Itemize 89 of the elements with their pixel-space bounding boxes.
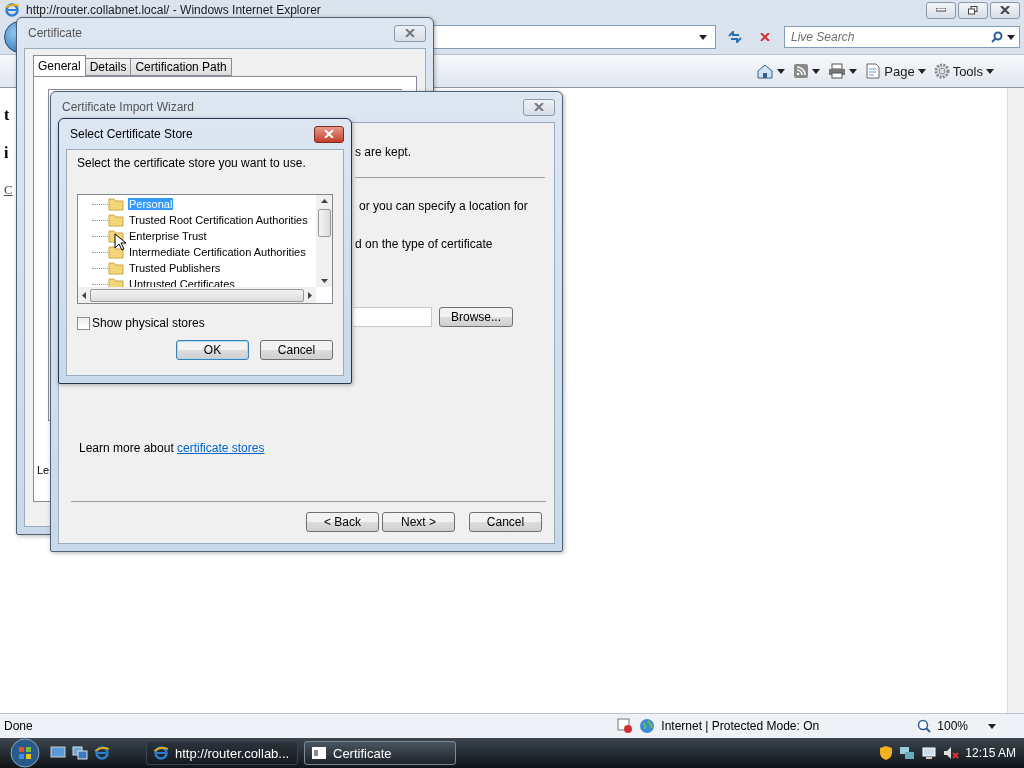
scrollbar[interactable]: [1007, 88, 1024, 713]
tree-item[interactable]: Intermediate Certification Authorities: [128, 246, 307, 258]
tree-item[interactable]: Trusted Publishers: [128, 262, 222, 274]
browser-icon[interactable]: [94, 745, 110, 761]
restore-icon[interactable]: [968, 5, 978, 15]
globe-icon: [639, 718, 656, 734]
zoom-level[interactable]: 100%: [937, 719, 968, 733]
folder-icon: [108, 245, 124, 259]
folder-icon: [108, 213, 124, 227]
shield-icon[interactable]: [879, 745, 894, 761]
scrollbar[interactable]: [78, 287, 316, 303]
scroll-down-icon[interactable]: [320, 279, 328, 283]
home-icon[interactable]: [756, 63, 775, 79]
wizard-button[interactable]: < Back: [306, 512, 379, 532]
cancel-button[interactable]: Cancel: [260, 340, 333, 360]
page-icon[interactable]: [865, 63, 882, 79]
scrollbar[interactable]: [316, 195, 332, 287]
folder-icon: [108, 197, 124, 211]
body-text: Le: [37, 464, 50, 476]
toolbar-button[interactable]: [828, 63, 858, 79]
taskbar-button[interactable]: http://router.collab...: [146, 741, 298, 765]
security-zone[interactable]: Internet | Protected Mode: On: [661, 719, 912, 733]
close-button[interactable]: [314, 125, 344, 143]
restore-button[interactable]: [958, 1, 988, 19]
wizard-button[interactable]: Next >: [382, 512, 455, 532]
scroll-left-icon[interactable]: [82, 291, 86, 299]
speaker-muted-icon[interactable]: [943, 745, 960, 761]
minimize-icon[interactable]: [936, 8, 946, 12]
close-icon[interactable]: [405, 29, 415, 37]
caret-icon[interactable]: [986, 68, 994, 74]
page-heading: t: [4, 106, 10, 124]
settings-icon[interactable]: [933, 63, 950, 79]
desktop-icon[interactable]: [50, 746, 66, 760]
ok-button[interactable]: OK: [176, 340, 249, 360]
caret-icon[interactable]: [812, 68, 821, 74]
taskbar-button[interactable]: Certificate: [304, 741, 456, 765]
learn-more-text: Learn more about certificate stores: [79, 441, 265, 455]
close-button[interactable]: [990, 1, 1020, 19]
search-icon[interactable]: [991, 31, 1003, 43]
wizard-button[interactable]: Cancel: [469, 512, 542, 532]
close-icon[interactable]: [534, 103, 544, 111]
tab[interactable]: Details: [84, 58, 132, 76]
caret-icon[interactable]: [777, 68, 786, 74]
caret-icon[interactable]: [988, 723, 996, 729]
window-icon[interactable]: [311, 746, 327, 760]
tab[interactable]: General: [33, 55, 86, 76]
start-button[interactable]: [10, 738, 40, 768]
learn-more-link[interactable]: certificate stores: [177, 441, 265, 455]
show-physical-checkbox[interactable]: Show physical stores: [77, 316, 333, 330]
toolbar-button[interactable]: [756, 63, 786, 79]
network-icon[interactable]: [921, 745, 938, 761]
scroll-right-icon[interactable]: [308, 291, 312, 299]
dialog-title: Certificate: [28, 26, 83, 40]
caret-icon[interactable]: [699, 34, 707, 40]
clock[interactable]: 12:15 AM: [965, 746, 1016, 760]
page-heading: i: [4, 144, 9, 162]
network-icon[interactable]: [899, 745, 916, 761]
close-icon[interactable]: [760, 33, 770, 41]
dialog-title: Certificate Import Wizard: [62, 100, 195, 114]
body-text: s are kept.: [355, 145, 412, 159]
caret-icon[interactable]: [917, 68, 926, 74]
close-icon[interactable]: [1000, 6, 1010, 14]
search-bar[interactable]: Live Search: [784, 26, 1020, 48]
tree-item[interactable]: Trusted Root Certification Authorities: [128, 214, 309, 226]
caret-icon[interactable]: [1007, 34, 1015, 40]
dialog-title: Select Certificate Store: [70, 127, 193, 141]
prompt-text: Select the certificate store you want to use.: [77, 156, 307, 170]
tab[interactable]: Certification Path: [130, 58, 232, 76]
file-field[interactable]: [353, 307, 432, 327]
zoom-icon[interactable]: [917, 719, 932, 733]
scroll-up-icon[interactable]: [320, 199, 328, 203]
folder-icon: [108, 261, 124, 275]
print-icon[interactable]: [828, 63, 847, 79]
body-text: or you can specify a location for: [359, 199, 528, 213]
blocked-icon: [617, 718, 634, 734]
body-text: d on the type of certificate: [355, 237, 493, 251]
menu-button[interactable]: Page: [865, 63, 926, 79]
window-title: http://router.collabnet.local/ - Windows Internet Explorer: [26, 3, 321, 17]
menu-button[interactable]: Tools: [933, 63, 994, 79]
tree-item[interactable]: Enterprise Trust: [128, 230, 208, 242]
toolbar-button[interactable]: [793, 63, 821, 79]
refresh-icon[interactable]: [728, 31, 742, 43]
browser-icon[interactable]: [153, 745, 169, 761]
browse-button[interactable]: Browse...: [439, 307, 513, 327]
windows-icon[interactable]: [72, 746, 88, 760]
caret-icon[interactable]: [849, 68, 858, 74]
cursor-icon: [114, 233, 126, 251]
page-link[interactable]: C: [4, 182, 13, 198]
status-text: Done: [4, 719, 33, 733]
